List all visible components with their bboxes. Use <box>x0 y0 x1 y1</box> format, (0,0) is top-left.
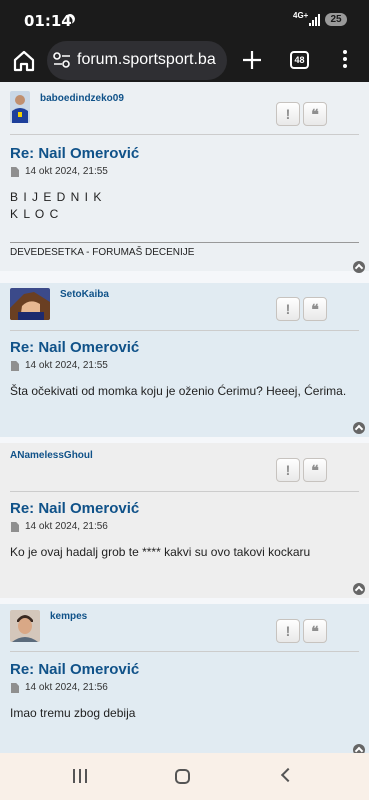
post-author[interactable]: baboedindzeko09 <box>40 93 124 104</box>
post-date: 14 okt 2024, 21:56 <box>25 521 108 532</box>
nav-back-button[interactable] <box>280 767 296 783</box>
post-divider <box>10 491 359 492</box>
forum-post: kempes ! ❝ Re: Nail Omerović 14 okt 2024… <box>0 604 369 753</box>
post-author[interactable]: kempes <box>50 611 87 622</box>
signature-divider <box>10 242 359 243</box>
post-body: Ko je ovaj hadalj grob te **** kakvi su … <box>10 545 311 559</box>
network-label: 4G+ <box>293 11 309 20</box>
browser-toolbar: forum.sportsport.ba 48 <box>0 40 369 82</box>
quote-button[interactable]: ❝ <box>303 297 327 321</box>
post-divider <box>10 651 359 652</box>
doc-icon <box>11 167 19 177</box>
address-bar[interactable]: forum.sportsport.ba <box>47 41 227 80</box>
post-date: 14 okt 2024, 21:56 <box>25 682 108 693</box>
home-icon[interactable] <box>10 47 38 75</box>
system-nav-bar <box>0 753 369 800</box>
post-body: Šta očekivati od momka koju je oženio Će… <box>10 384 347 398</box>
avatar[interactable] <box>10 288 50 320</box>
avatar[interactable] <box>10 91 30 123</box>
post-signature: DEVEDESETKA - FORUMAŠ DECENIJE <box>10 247 195 258</box>
post-author[interactable]: SetoKaiba <box>60 289 109 300</box>
report-button[interactable]: ! <box>276 619 300 643</box>
report-button[interactable]: ! <box>276 458 300 482</box>
forum-post: baboedindzeko09 ! ❝ Re: Nail Omerović 14… <box>0 82 369 277</box>
post-divider <box>10 134 359 135</box>
avatar[interactable] <box>10 610 40 642</box>
top-icon[interactable] <box>353 583 365 595</box>
forum-page: baboedindzeko09 ! ❝ Re: Nail Omerović 14… <box>0 82 369 753</box>
more-icon[interactable] <box>340 50 350 72</box>
tune-icon[interactable] <box>53 52 71 68</box>
post-body: Imao tremu zbog debija <box>10 706 136 720</box>
recents-button[interactable] <box>73 769 87 783</box>
post-title[interactable]: Re: Nail Omerović <box>10 500 139 517</box>
post-body: B I J E D N I K K L O C <box>10 190 103 221</box>
tabs-icon[interactable]: 48 <box>290 51 309 69</box>
forum-post: SetoKaiba ! ❝ Re: Nail Omerović 14 okt 2… <box>0 283 369 443</box>
doc-icon <box>11 522 19 532</box>
post-title[interactable]: Re: Nail Omerović <box>10 145 139 162</box>
quote-button[interactable]: ❝ <box>303 458 327 482</box>
post-divider <box>10 330 359 331</box>
doc-icon <box>11 361 19 371</box>
top-icon[interactable] <box>353 261 365 273</box>
post-title[interactable]: Re: Nail Omerović <box>10 339 139 356</box>
quote-button[interactable]: ❝ <box>303 619 327 643</box>
report-button[interactable]: ! <box>276 102 300 126</box>
post-date: 14 okt 2024, 21:55 <box>25 360 108 371</box>
plus-icon[interactable] <box>240 48 264 72</box>
battery-indicator: 25 <box>325 13 347 26</box>
post-date: 14 okt 2024, 21:55 <box>25 166 108 177</box>
forum-post: ANamelessGhoul ! ❝ Re: Nail Omerović 14 … <box>0 443 369 604</box>
url-text[interactable]: forum.sportsport.ba <box>77 51 216 69</box>
top-icon[interactable] <box>353 744 365 753</box>
report-button[interactable]: ! <box>276 297 300 321</box>
nav-home-button[interactable] <box>175 769 190 784</box>
signal-icon <box>309 14 320 26</box>
doc-icon <box>11 683 19 693</box>
post-author[interactable]: ANamelessGhoul <box>10 450 93 461</box>
status-bar: 01:14 4G+ 25 <box>0 0 369 40</box>
top-icon[interactable] <box>353 422 365 434</box>
post-title[interactable]: Re: Nail Omerović <box>10 661 139 678</box>
quote-button[interactable]: ❝ <box>303 102 327 126</box>
